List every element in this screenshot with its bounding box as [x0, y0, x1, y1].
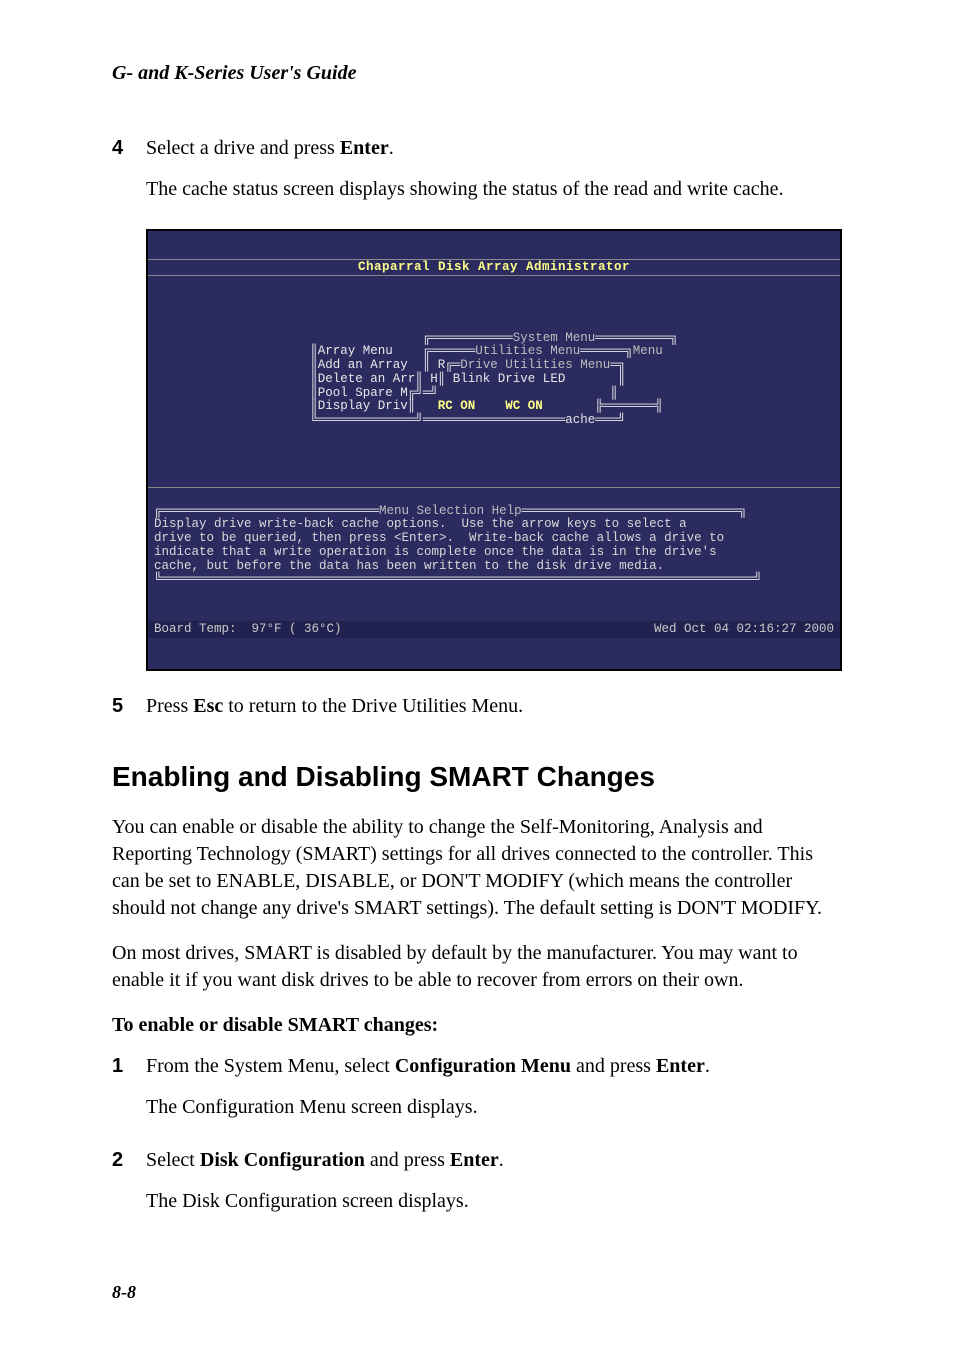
step4-line2: The cache status screen displays showing…	[146, 176, 842, 203]
step-number: 4	[112, 135, 146, 217]
text: .	[499, 1149, 504, 1171]
text: .	[705, 1055, 710, 1077]
step2-line2: The Disk Configuration screen displays.	[146, 1188, 842, 1215]
text: Select a drive and press	[146, 137, 340, 159]
step-number: 1	[112, 1053, 146, 1135]
step-2: 2 Select Disk Configuration and press En…	[112, 1147, 842, 1229]
step-1: 1 From the System Menu, select Configura…	[112, 1053, 842, 1135]
step-body: Select a drive and press Enter. The cach…	[146, 135, 842, 217]
help-title: Menu Selection Help	[379, 504, 522, 518]
menu-item: Array Menu	[318, 344, 393, 358]
section-heading: Enabling and Disabling SMART Changes	[112, 758, 842, 796]
step5-line: Press Esc to return to the Drive Utiliti…	[146, 693, 842, 720]
page-header: G- and K-Series User's Guide	[112, 60, 842, 87]
text: and press	[571, 1055, 656, 1077]
text: Press	[146, 695, 193, 717]
text: to return to the Drive Utilities Menu.	[223, 695, 523, 717]
terminal-window: Chaparral Disk Array Administrator ╔════…	[148, 231, 840, 669]
datetime: Wed Oct 04 02:16:27 2000	[654, 623, 834, 637]
step-body: Select Disk Configuration and press Ente…	[146, 1147, 842, 1229]
menu-item: Blink Drive LED	[453, 372, 566, 386]
step1-line2: The Configuration Menu screen displays.	[146, 1094, 842, 1121]
step-number: 2	[112, 1147, 146, 1229]
config-menu-label: Configuration Menu	[395, 1055, 571, 1077]
step-4: 4 Select a drive and press Enter. The ca…	[112, 135, 842, 217]
enter-key: Enter	[450, 1149, 499, 1171]
terminal-screenshot: Chaparral Disk Array Administrator ╔════…	[146, 229, 842, 671]
text: H	[430, 372, 438, 386]
menu-item: Pool Spare M	[318, 386, 408, 400]
step2-line1: Select Disk Configuration and press Ente…	[146, 1147, 842, 1174]
terminal-help: ╔═════════════════════════════Menu Selec…	[148, 487, 840, 593]
cache-status: RC ON WC ON	[438, 399, 543, 413]
step-body: Press Esc to return to the Drive Utiliti…	[146, 693, 842, 734]
paragraph-2: On most drives, SMART is disabled by def…	[112, 940, 842, 994]
text: Select	[146, 1149, 200, 1171]
page-number: 8-8	[112, 1280, 136, 1304]
esc-key: Esc	[193, 695, 223, 717]
procedure-heading: To enable or disable SMART changes:	[112, 1012, 842, 1039]
step-number: 5	[112, 693, 146, 734]
paragraph-1: You can enable or disable the ability to…	[112, 814, 842, 922]
menu-item: Add an Array	[318, 358, 408, 372]
menu-item: Display Driv	[318, 399, 408, 413]
terminal-body: ╔═══════════System Menu══════════╗ ║Arra…	[148, 304, 840, 460]
terminal-title: Chaparral Disk Array Administrator	[148, 259, 840, 277]
enter-key: Enter	[340, 137, 389, 159]
menu-item: Delete an Arr	[318, 372, 416, 386]
utilities-menu-title: Utilities Menu	[475, 344, 580, 358]
text: .	[389, 137, 394, 159]
menu-label: Menu	[633, 344, 663, 358]
text: ache	[565, 413, 595, 427]
enter-key: Enter	[656, 1055, 705, 1077]
step-5: 5 Press Esc to return to the Drive Utili…	[112, 693, 842, 734]
help-text: Display drive write-back cache options. …	[154, 517, 724, 572]
step4-line1: Select a drive and press Enter.	[146, 135, 842, 162]
step1-line1: From the System Menu, select Configurati…	[146, 1053, 842, 1080]
drive-util-title: Drive Utilities Menu	[460, 358, 610, 372]
system-menu-title: System Menu	[513, 331, 596, 345]
terminal-status-bar: Board Temp: 97°F ( 36°C) Wed Oct 04 02:1…	[148, 621, 840, 639]
board-temp: Board Temp: 97°F ( 36°C)	[154, 623, 342, 637]
disk-config-label: Disk Configuration	[200, 1149, 365, 1171]
text: and press	[365, 1149, 450, 1171]
text: R	[438, 358, 446, 372]
step-body: From the System Menu, select Configurati…	[146, 1053, 842, 1135]
text: From the System Menu, select	[146, 1055, 395, 1077]
